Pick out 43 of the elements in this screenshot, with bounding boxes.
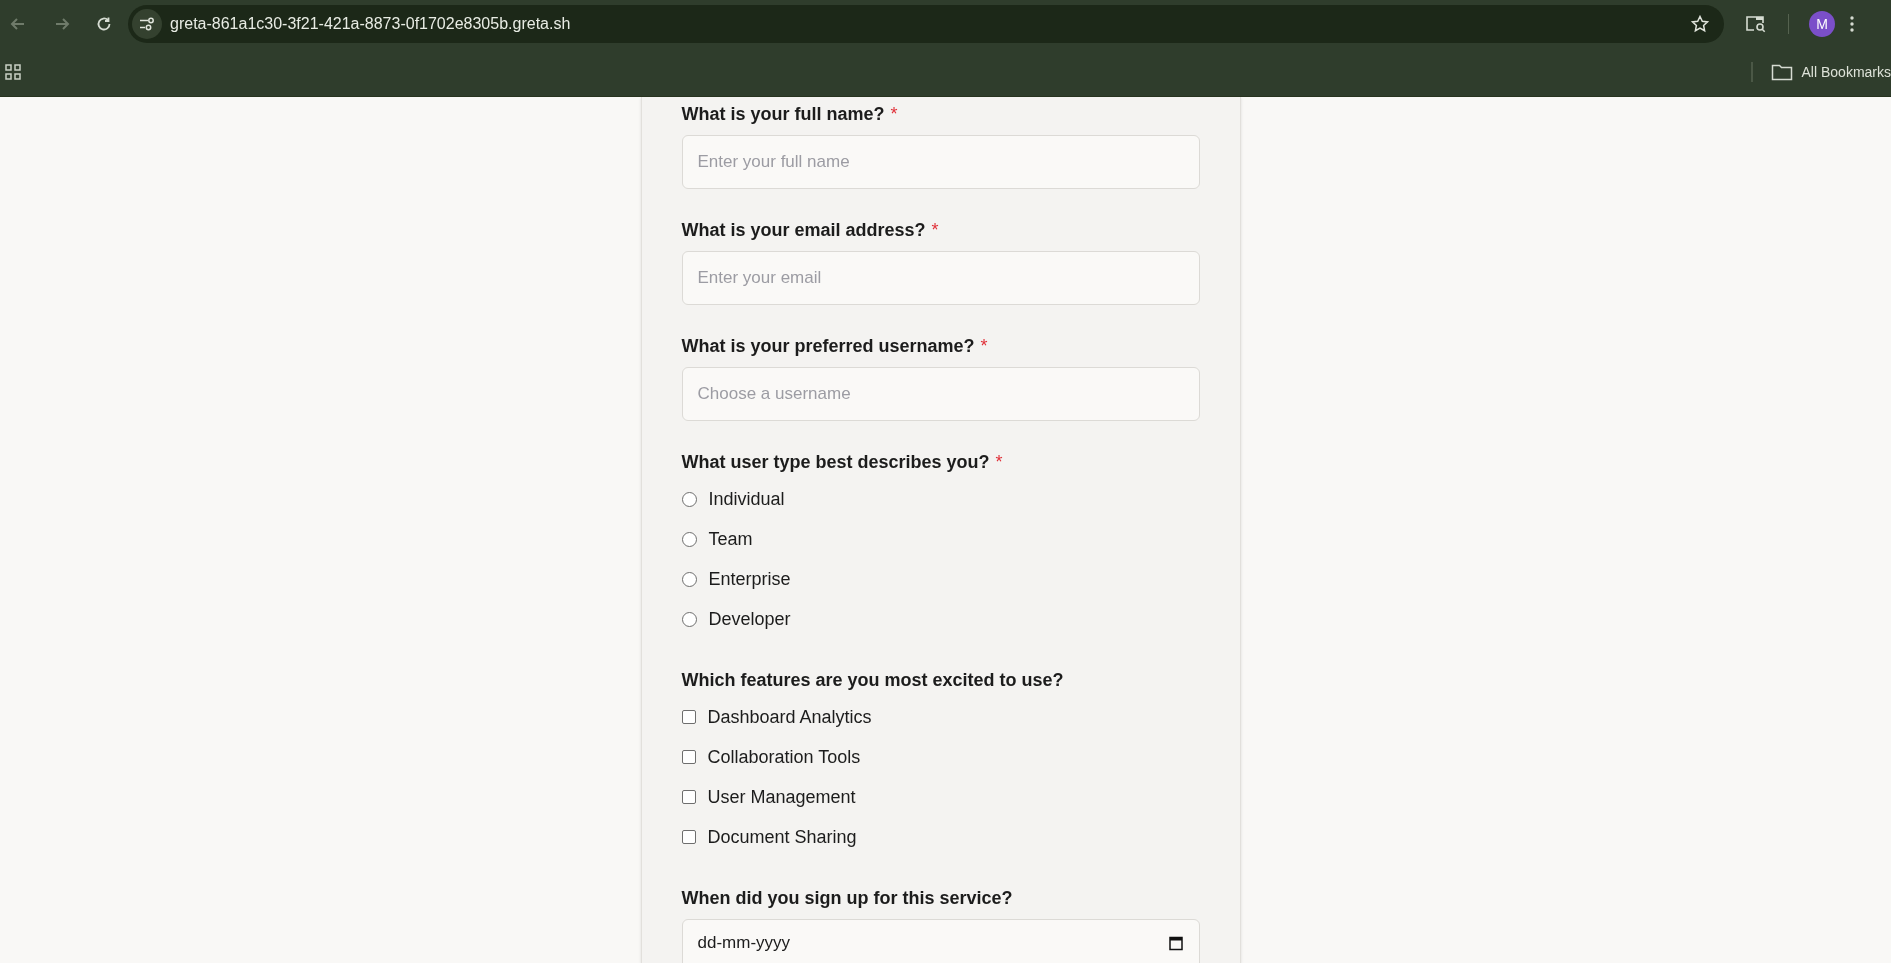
checkbox[interactable] [681, 750, 696, 764]
radio-button[interactable] [681, 571, 697, 587]
menu-icon[interactable] [1849, 15, 1855, 33]
option-label[interactable]: Developer [708, 605, 791, 633]
text-input-field[interactable]: Enter your email [681, 251, 1200, 305]
option-label[interactable]: Individual [708, 485, 785, 513]
question-label: Which features are you most excited to use? [681, 669, 1064, 692]
address-bar[interactable]: greta-861a1c30-3f21-421a-8873-0f1702e8305b.greta.sh [128, 5, 1724, 43]
question-label: What user type best describes you? [681, 451, 990, 474]
profile-avatar[interactable]: M [1809, 11, 1835, 37]
site-settings-icon[interactable] [132, 9, 162, 39]
question-label: What is your email address? [681, 219, 926, 242]
bookmarks-folder-link[interactable]: All Bookmarks [1801, 61, 1891, 83]
radio-button[interactable] [681, 531, 697, 547]
checkbox[interactable] [681, 790, 696, 804]
radio-button[interactable] [681, 491, 697, 507]
date-format-text: dd-mm-yyyy [697, 932, 791, 954]
text-input-field[interactable]: Enter your full name [681, 135, 1200, 189]
tab-search-icon[interactable] [1744, 13, 1768, 35]
bookmark-star-icon[interactable] [1690, 14, 1710, 34]
option-label[interactable]: Document Sharing [707, 823, 857, 851]
question-label: When did you sign up for this service? [681, 887, 1013, 910]
required-asterisk: * [995, 451, 1003, 474]
required-asterisk: * [890, 103, 898, 126]
checkbox[interactable] [681, 710, 696, 724]
text-input-field[interactable]: Choose a username [681, 367, 1200, 421]
option-label[interactable]: User Management [707, 783, 856, 811]
option-label[interactable]: Enterprise [708, 565, 791, 593]
option-label[interactable]: Collaboration Tools [707, 743, 861, 771]
apps-grid-icon[interactable] [5, 64, 21, 80]
reload-icon[interactable] [95, 15, 113, 33]
question-label: What is your full name? [681, 103, 885, 126]
question-label: What is your preferred username? [681, 335, 975, 358]
radio-button[interactable] [681, 611, 697, 627]
checkbox[interactable] [681, 830, 696, 844]
option-label[interactable]: Team [708, 525, 753, 553]
folder-icon[interactable] [1770, 63, 1793, 81]
required-asterisk: * [980, 335, 988, 358]
calendar-icon[interactable] [1167, 935, 1184, 951]
option-label[interactable]: Dashboard Analytics [707, 703, 872, 731]
url-text[interactable]: greta-861a1c30-3f21-421a-8873-0f1702e8305b.greta.sh [170, 12, 571, 36]
date-input-field[interactable]: dd-mm-yyyy [681, 919, 1200, 963]
required-asterisk: * [931, 219, 939, 242]
